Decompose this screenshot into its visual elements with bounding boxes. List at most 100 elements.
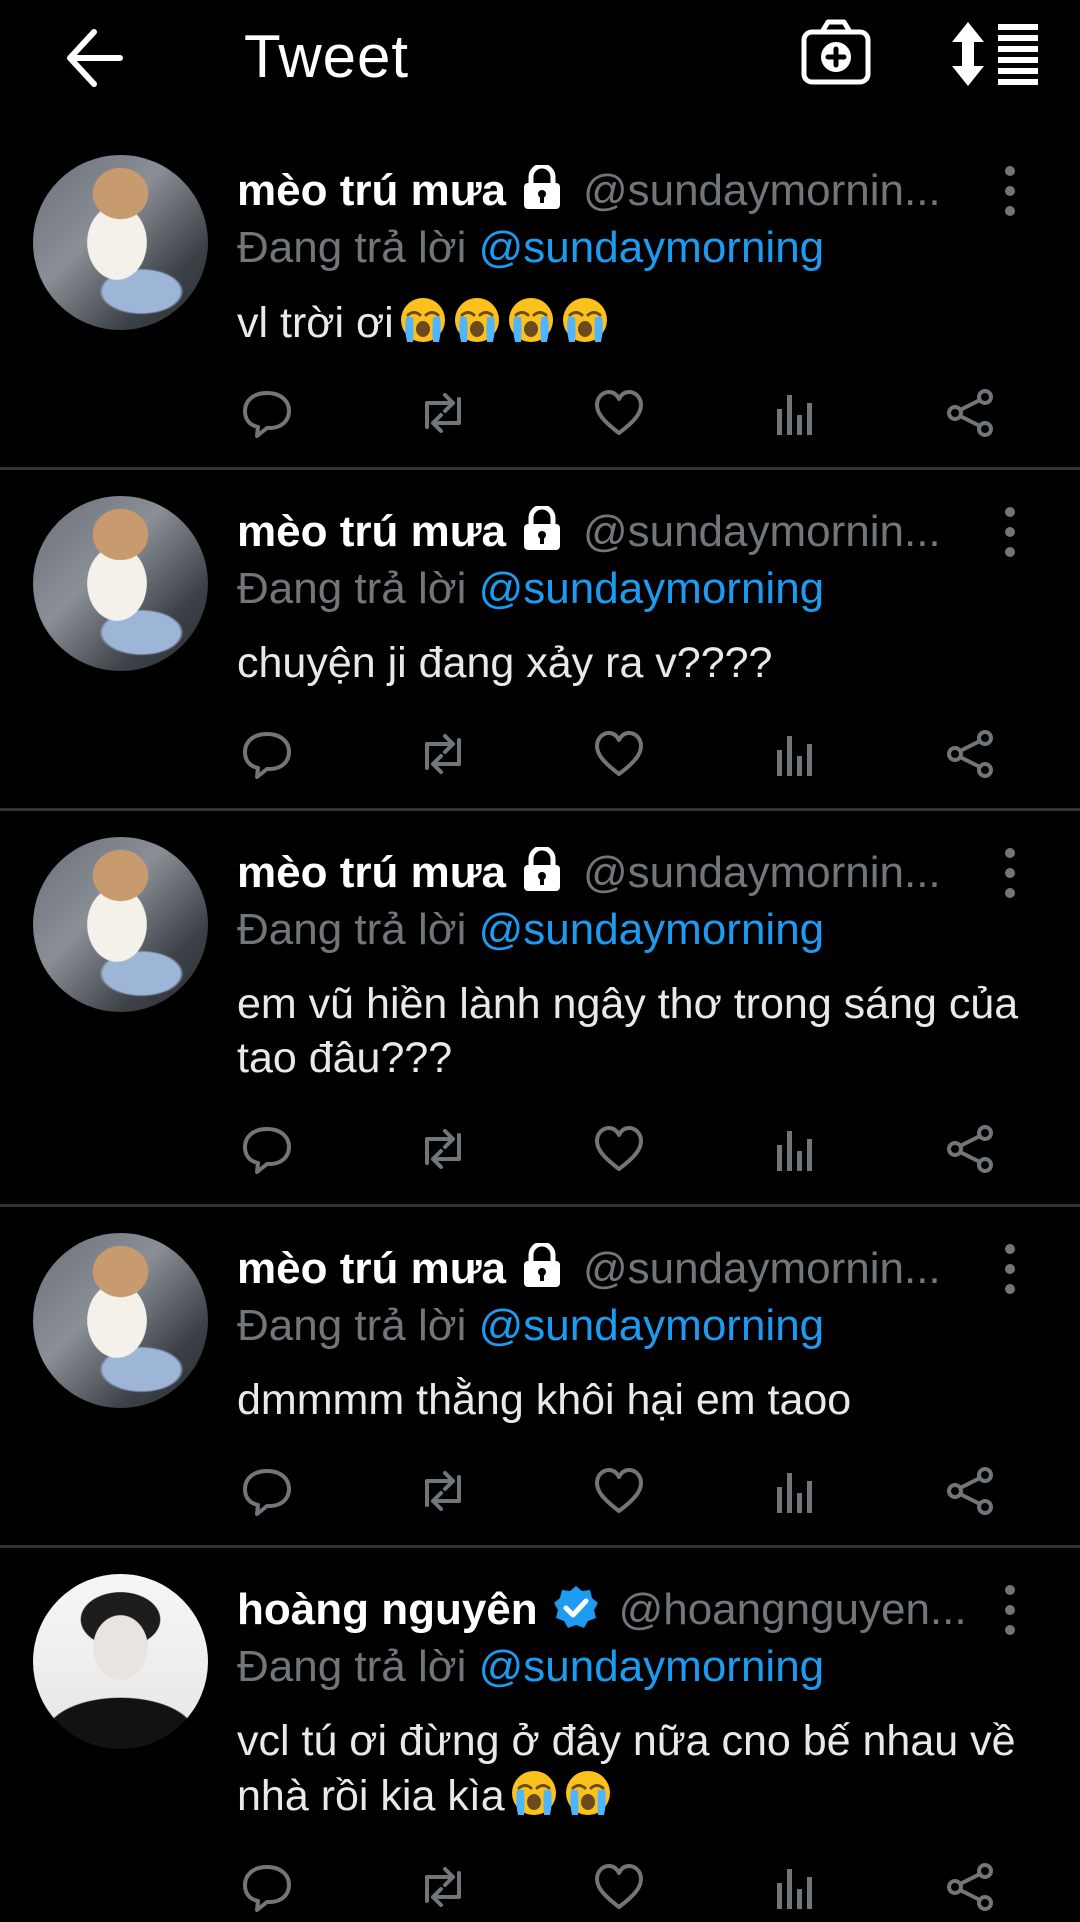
retweet-button[interactable] (413, 383, 473, 443)
reply-mention-link[interactable]: @sundaymorning (479, 1301, 825, 1350)
reply-mention-link[interactable]: @sundaymorning (479, 223, 825, 272)
tweet[interactable]: mèo trú mưa @sundaymornin... Đang trả lờ… (0, 817, 1080, 1202)
tweet-text-content: vl trời ơi (237, 299, 394, 347)
reply-button[interactable] (237, 1461, 297, 1521)
tweet[interactable]: hoàng nguyên @hoangnguyen... Đang trả lờ… (0, 1554, 1080, 1919)
views-button[interactable] (765, 1461, 825, 1521)
like-button[interactable] (589, 1119, 649, 1179)
heart-icon (595, 1468, 643, 1513)
loudly-crying-face-emoji (564, 1769, 612, 1817)
avatar[interactable] (33, 1574, 208, 1749)
reply-button[interactable] (237, 1857, 297, 1917)
views-button[interactable] (765, 1119, 825, 1179)
tweet[interactable]: mèo trú mưa @sundaymornin... Đang trả lờ… (0, 476, 1080, 806)
share-icon (947, 730, 993, 778)
more-vertical-icon (1005, 1585, 1015, 1635)
share-button[interactable] (941, 1119, 1001, 1179)
reply-mention-link[interactable]: @sundaymorning (479, 564, 825, 613)
avatar[interactable] (33, 837, 208, 1012)
tweet-actions (237, 724, 1017, 784)
more-vertical-icon (1005, 848, 1015, 898)
more-button[interactable] (990, 163, 1030, 219)
display-name[interactable]: mèo trú mưa (237, 507, 506, 557)
reply-mention-link[interactable]: @sundaymorning (479, 1642, 825, 1691)
user-handle: @sundaymornin... (582, 506, 941, 556)
top-bar: Tweet (0, 0, 1080, 120)
share-button[interactable] (941, 724, 1001, 784)
reply-icon (243, 1865, 291, 1912)
views-button[interactable] (765, 383, 825, 443)
reply-button[interactable] (237, 1119, 297, 1179)
arrow-left-icon (67, 29, 123, 87)
like-button[interactable] (589, 383, 649, 443)
display-name[interactable]: mèo trú mưa (237, 166, 506, 216)
reply-button[interactable] (237, 724, 297, 784)
display-name[interactable]: hoàng nguyên (237, 1585, 538, 1635)
reply-button[interactable] (237, 383, 297, 443)
share-icon (947, 1467, 993, 1515)
retweet-button[interactable] (413, 724, 473, 784)
more-button[interactable] (990, 845, 1030, 901)
more-button[interactable] (990, 1582, 1030, 1638)
more-vertical-icon (1005, 1244, 1015, 1294)
share-button[interactable] (941, 1857, 1001, 1917)
reply-context: Đang trả lời @sundaymorning (237, 1301, 824, 1351)
reply-icon (243, 732, 291, 779)
user-handle: @sundaymornin... (582, 165, 941, 215)
display-name[interactable]: mèo trú mưa (237, 1244, 506, 1294)
heart-icon (595, 1864, 643, 1909)
share-button[interactable] (941, 383, 1001, 443)
share-button[interactable] (941, 1461, 1001, 1521)
loudly-crying-face-emoji (399, 296, 447, 344)
views-button[interactable] (765, 724, 825, 784)
like-button[interactable] (589, 1857, 649, 1917)
like-button[interactable] (589, 1461, 649, 1521)
reply-prefix: Đang trả lời (237, 905, 467, 954)
avatar[interactable] (33, 155, 208, 330)
avatar[interactable] (33, 496, 208, 671)
back-button[interactable] (58, 22, 130, 94)
tweet-text: dmmmm thằng khôi hại em taoo (237, 1376, 852, 1424)
lock-icon (520, 506, 564, 557)
reply-prefix: Đang trả lời (237, 1642, 467, 1691)
page-title: Tweet (244, 23, 410, 90)
analytics-icon (777, 1869, 812, 1909)
divider (0, 467, 1080, 470)
reply-context: Đang trả lời @sundaymorning (237, 564, 824, 614)
tweet[interactable]: mèo trú mưa @sundaymornin... Đang trả lờ… (0, 1213, 1080, 1543)
lock-icon (520, 165, 564, 216)
sort-button[interactable] (950, 18, 1046, 90)
avatar[interactable] (33, 1233, 208, 1408)
tweet-actions (237, 1119, 1017, 1179)
views-button[interactable] (765, 1857, 825, 1917)
camera-button[interactable] (796, 14, 876, 94)
user-handle: @sundaymornin... (582, 1243, 941, 1293)
reply-mention-link[interactable]: @sundaymorning (479, 905, 825, 954)
tweet-text: vl trời ơi (237, 295, 1037, 350)
reply-context: Đang trả lời @sundaymorning (237, 1642, 824, 1692)
divider (0, 1204, 1080, 1207)
loudly-crying-face-emoji (510, 1769, 558, 1817)
retweet-button[interactable] (413, 1857, 473, 1917)
lock-icon (520, 1243, 564, 1294)
like-button[interactable] (589, 724, 649, 784)
camera-plus-icon (801, 19, 871, 85)
loudly-crying-face-emoji (561, 296, 609, 344)
heart-icon (595, 390, 643, 435)
tweet-header: hoàng nguyên @hoangnguyen... (237, 1584, 967, 1640)
more-button[interactable] (990, 1241, 1030, 1297)
retweet-button[interactable] (413, 1119, 473, 1179)
more-button[interactable] (990, 504, 1030, 560)
more-vertical-icon (1005, 507, 1015, 557)
tweet-header: mèo trú mưa @sundaymornin... (237, 1243, 941, 1299)
loudly-crying-face-emoji (507, 296, 555, 344)
analytics-icon (777, 736, 812, 776)
retweet-icon (425, 1867, 461, 1907)
display-name[interactable]: mèo trú mưa (237, 848, 506, 898)
reply-context: Đang trả lời @sundaymorning (237, 905, 824, 955)
tweet-actions (237, 1857, 1017, 1917)
lock-icon (520, 847, 564, 898)
tweet-header: mèo trú mưa @sundaymornin... (237, 165, 941, 221)
retweet-button[interactable] (413, 1461, 473, 1521)
tweet[interactable]: mèo trú mưa @sundaymornin... Đang trả lờ… (0, 135, 1080, 465)
